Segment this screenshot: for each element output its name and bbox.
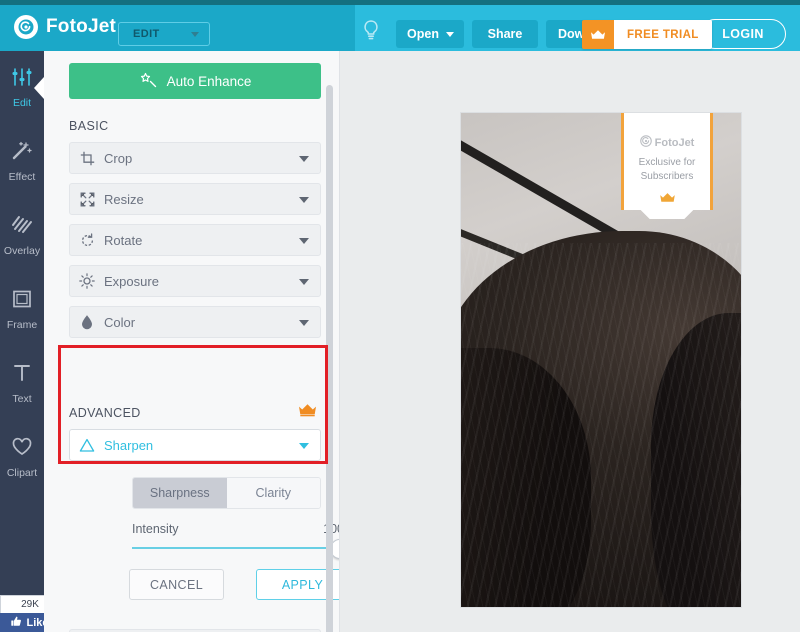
crown-icon xyxy=(582,20,614,49)
chevron-down-icon xyxy=(299,197,309,203)
triangle-icon xyxy=(70,438,104,453)
accordion-item-rotate[interactable]: Rotate xyxy=(69,224,321,256)
share-button[interactable]: Share xyxy=(472,20,538,48)
fotojet-logo-icon xyxy=(14,15,38,39)
watermark-line-1: Exclusive for xyxy=(639,156,696,170)
text-t-icon xyxy=(11,363,33,388)
chevron-down-icon xyxy=(299,320,309,326)
magic-wand-icon xyxy=(11,141,33,166)
sidebar-item-label: Effect xyxy=(9,171,36,183)
sidebar-item-clipart[interactable]: Clipart xyxy=(0,421,44,495)
sidebar-item-label: Clipart xyxy=(7,467,37,479)
photo-preview[interactable]: FotoJet Exclusive for Subscribers xyxy=(461,113,741,607)
accordion-item-label: Color xyxy=(104,315,135,330)
sidebar-item-frame[interactable]: Frame xyxy=(0,273,44,347)
overlay-stripes-icon xyxy=(11,215,33,240)
mode-select-edit[interactable]: EDIT xyxy=(118,22,210,46)
login-button-label: LOGIN xyxy=(722,27,764,41)
chevron-down-icon xyxy=(299,443,309,449)
thumbs-up-icon xyxy=(11,616,22,630)
login-button[interactable]: LOGIN xyxy=(700,19,786,49)
accordion-item-label: Resize xyxy=(104,192,144,207)
frame-icon xyxy=(11,289,33,314)
tab-clarity-label: Clarity xyxy=(256,486,291,500)
share-button-label: Share xyxy=(488,27,523,41)
sparkle-wand-icon xyxy=(139,71,157,92)
rotate-icon xyxy=(70,233,104,248)
free-trial-badge[interactable]: FREE TRIAL xyxy=(582,20,712,49)
sidebar-item-text[interactable]: Text xyxy=(0,347,44,421)
intensity-row: Intensity 100 xyxy=(132,522,340,536)
tab-sharpness[interactable]: Sharpness xyxy=(133,478,227,508)
resize-arrows-icon xyxy=(70,192,104,207)
accordion-item-color[interactable]: Color xyxy=(69,306,321,338)
accordion-item-exposure[interactable]: Exposure xyxy=(69,265,321,297)
chevron-down-icon xyxy=(299,238,309,244)
brightness-icon xyxy=(70,273,104,289)
chevron-down-icon xyxy=(446,32,454,37)
accordion-item-label: Crop xyxy=(104,151,132,166)
lightbulb-icon[interactable] xyxy=(360,18,382,42)
chevron-down-icon xyxy=(299,156,309,162)
open-button-label: Open xyxy=(407,27,439,41)
crown-icon xyxy=(659,191,676,209)
sharpen-mode-tabs: Sharpness Clarity xyxy=(132,477,321,509)
section-header-basic: BASIC xyxy=(69,119,109,133)
sidebar-item-label: Text xyxy=(12,393,31,405)
watermark-line-2: Subscribers xyxy=(641,170,694,184)
crop-icon xyxy=(70,151,104,166)
sidebar-item-overlay[interactable]: Overlay xyxy=(0,199,44,273)
sidebar-item-label: Frame xyxy=(7,319,37,331)
subscriber-watermark: FotoJet Exclusive for Subscribers xyxy=(621,113,713,210)
crown-icon xyxy=(298,403,317,422)
accordion-item-label: Sharpen xyxy=(104,438,153,453)
intensity-slider-track[interactable] xyxy=(132,547,340,549)
chevron-down-icon xyxy=(191,32,199,37)
sidebar-item-effect[interactable]: Effect xyxy=(0,125,44,199)
cancel-button[interactable]: CANCEL xyxy=(129,569,224,600)
panel-scrollbar[interactable] xyxy=(326,85,333,632)
free-trial-label: FREE TRIAL xyxy=(614,20,712,49)
mode-select-label: EDIT xyxy=(133,28,160,40)
active-indicator-notch xyxy=(34,77,44,99)
sliders-icon xyxy=(11,67,33,92)
accordion-item-label: Exposure xyxy=(104,274,159,289)
accordion-item-crop[interactable]: Crop xyxy=(69,142,321,174)
sidebar-item-edit[interactable]: Edit xyxy=(0,51,44,125)
heart-icon xyxy=(11,437,33,462)
sidebar-item-label: Edit xyxy=(13,97,31,109)
brand-logo[interactable]: FotoJet xyxy=(14,15,116,39)
fotojet-editor-app: FotoJet EDIT Open Share Download xyxy=(0,0,800,632)
watermark-brand-label: FotoJet xyxy=(655,137,695,149)
chevron-down-icon xyxy=(299,279,309,285)
intensity-label: Intensity xyxy=(132,522,179,536)
cancel-button-label: CANCEL xyxy=(150,578,203,592)
droplet-icon xyxy=(70,314,104,330)
editor-canvas: FotoJet Exclusive for Subscribers xyxy=(340,51,800,632)
photo-hair-texture xyxy=(461,243,741,607)
section-header-advanced: ADVANCED xyxy=(69,406,141,420)
accordion-item-resize[interactable]: Resize xyxy=(69,183,321,215)
left-sidebar: Edit Effect Overlay xyxy=(0,51,44,632)
tab-clarity[interactable]: Clarity xyxy=(227,478,321,508)
apply-button-label: APPLY xyxy=(282,578,323,592)
auto-enhance-button[interactable]: Auto Enhance xyxy=(69,63,321,99)
tab-sharpness-label: Sharpness xyxy=(150,486,210,500)
brand-name: FotoJet xyxy=(46,16,116,38)
fotojet-logo-icon xyxy=(640,135,652,150)
app-header: FotoJet EDIT Open Share Download xyxy=(0,5,800,51)
accordion-item-sharpen[interactable]: Sharpen xyxy=(69,429,321,461)
sidebar-item-label: Overlay xyxy=(4,245,40,257)
accordion-item-label: Rotate xyxy=(104,233,142,248)
edit-panel: Auto Enhance BASIC Crop xyxy=(44,51,340,632)
auto-enhance-label: Auto Enhance xyxy=(167,74,252,89)
watermark-brand: FotoJet xyxy=(640,135,695,150)
open-button[interactable]: Open xyxy=(396,20,464,48)
